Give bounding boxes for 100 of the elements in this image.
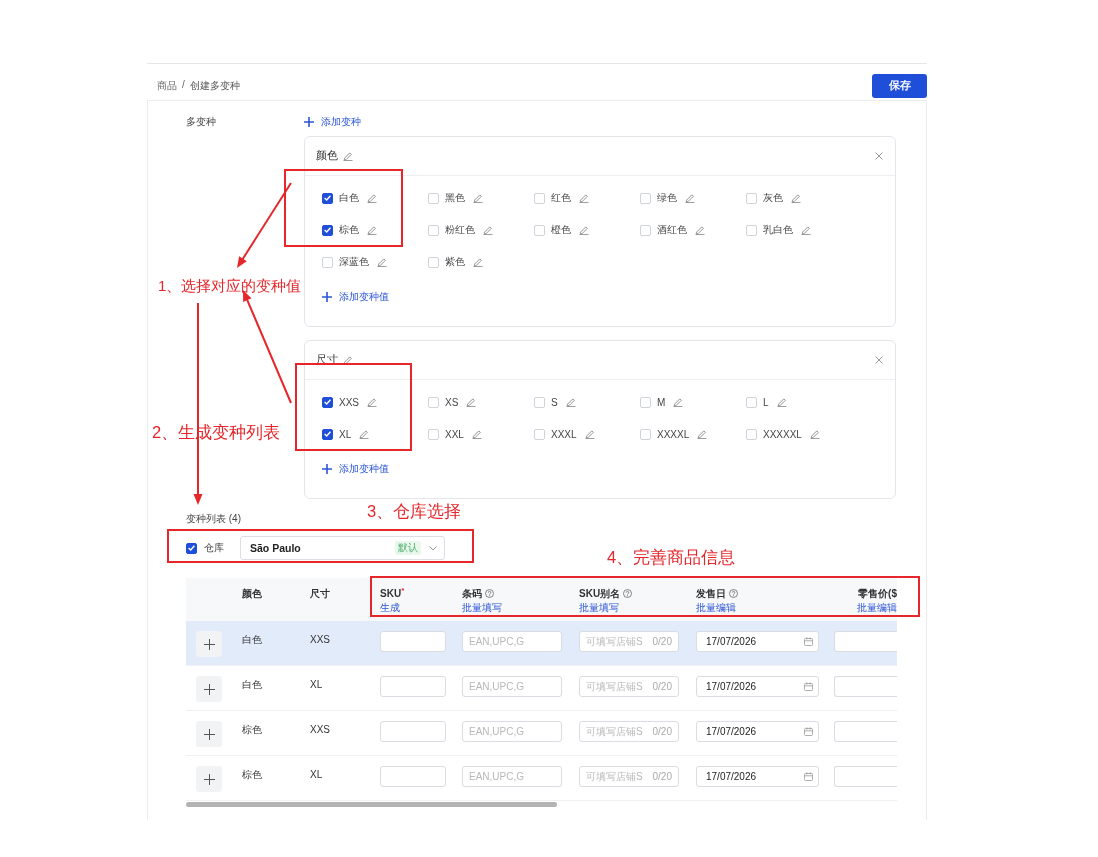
- add-variant-link[interactable]: 添加变种: [304, 115, 361, 129]
- scrollbar-thumb[interactable]: [186, 802, 557, 807]
- column-action-link[interactable]: 批量填写: [462, 602, 502, 614]
- pencil-icon[interactable]: [673, 397, 684, 407]
- sku-field[interactable]: [380, 676, 446, 697]
- price-field[interactable]: [834, 631, 897, 652]
- option-label[interactable]: 红色: [551, 191, 571, 205]
- pencil-icon[interactable]: [685, 193, 695, 203]
- pencil-icon[interactable]: [359, 429, 370, 439]
- chevron-down-icon: [429, 545, 437, 551]
- pencil-icon[interactable]: [473, 257, 483, 267]
- column-action-link[interactable]: 批量编辑: [857, 602, 897, 614]
- pencil-icon[interactable]: [343, 151, 353, 161]
- checkbox[interactable]: [322, 428, 333, 440]
- barcode-field[interactable]: EAN,UPC,G: [462, 721, 562, 742]
- pencil-icon[interactable]: [367, 397, 377, 407]
- save-button[interactable]: 保存: [872, 73, 927, 98]
- pencil-icon[interactable]: [367, 193, 377, 203]
- pencil-icon[interactable]: [565, 397, 576, 407]
- option-label[interactable]: 酒红色: [657, 223, 687, 237]
- pencil-icon[interactable]: [343, 355, 353, 365]
- pencil-icon[interactable]: [466, 397, 477, 407]
- pencil-icon[interactable]: [695, 225, 705, 235]
- add-button[interactable]: [196, 676, 222, 702]
- price-field[interactable]: [834, 766, 897, 787]
- help-icon[interactable]: [485, 589, 494, 598]
- checkbox-label[interactable]: 仓库: [204, 541, 240, 555]
- option-label[interactable]: L: [763, 396, 769, 408]
- pencil-icon[interactable]: [483, 225, 493, 235]
- date-field[interactable]: 17/07/2026: [696, 766, 819, 787]
- barcode-field[interactable]: EAN,UPC,G: [462, 631, 562, 652]
- pencil-icon[interactable]: [473, 193, 483, 203]
- pencil-icon[interactable]: [367, 225, 377, 235]
- barcode-field[interactable]: EAN,UPC,G: [462, 766, 562, 787]
- pencil-icon[interactable]: [809, 429, 820, 439]
- default-tag: 默认: [395, 541, 421, 555]
- add-value-link[interactable]: 添加变种值: [322, 290, 389, 304]
- add-button[interactable]: [196, 631, 222, 657]
- warehouse-select[interactable]: São Paulo 默认: [240, 536, 445, 560]
- calendar-icon[interactable]: [804, 727, 813, 736]
- barcode-field[interactable]: EAN,UPC,G: [462, 676, 562, 697]
- sku-field[interactable]: [380, 766, 446, 787]
- calendar-icon[interactable]: [804, 682, 813, 691]
- option-label[interactable]: 绿色: [657, 191, 677, 205]
- date-field[interactable]: 17/07/2026: [696, 721, 819, 742]
- breadcrumb-current: 创建多变种: [189, 78, 240, 93]
- character-counter: 0/20: [652, 770, 672, 783]
- date-field[interactable]: 17/07/2026: [696, 676, 819, 697]
- column-action-link[interactable]: 批量编辑: [696, 602, 736, 614]
- option-label[interactable]: XXL: [445, 428, 464, 440]
- option-label[interactable]: 黑色: [445, 191, 465, 205]
- checkbox[interactable]: [322, 224, 333, 236]
- option-label[interactable]: 粉红色: [445, 223, 475, 237]
- option-label[interactable]: 橙色: [551, 223, 571, 237]
- option-label[interactable]: 深蓝色: [339, 255, 369, 269]
- price-field[interactable]: [834, 676, 897, 697]
- option-label[interactable]: 棕色: [339, 223, 359, 237]
- pencil-icon[interactable]: [579, 225, 589, 235]
- sku-field[interactable]: [380, 721, 446, 742]
- table-cell-text: XXS: [310, 723, 331, 736]
- option-label[interactable]: XXXXL: [657, 428, 690, 440]
- pencil-icon[interactable]: [791, 193, 801, 203]
- option-label[interactable]: 乳白色: [763, 223, 793, 237]
- add-button[interactable]: [196, 721, 222, 747]
- option-label[interactable]: 灰色: [763, 191, 783, 205]
- option-label[interactable]: XXXL: [551, 428, 577, 440]
- help-icon[interactable]: [623, 589, 633, 598]
- pencil-icon[interactable]: [377, 257, 387, 267]
- calendar-icon[interactable]: [804, 637, 813, 646]
- help-icon[interactable]: [729, 589, 738, 598]
- pencil-icon[interactable]: [471, 429, 482, 439]
- option-label[interactable]: 白色: [339, 191, 359, 205]
- close-icon[interactable]: [875, 152, 883, 160]
- checkbox[interactable]: [322, 192, 333, 204]
- option-label[interactable]: M: [657, 396, 666, 408]
- calendar-icon[interactable]: [804, 772, 813, 781]
- column-action-link[interactable]: 批量填写: [579, 602, 619, 614]
- checkbox[interactable]: [186, 542, 197, 554]
- breadcrumb-link[interactable]: 商品: [157, 78, 177, 93]
- pencil-icon[interactable]: [697, 429, 708, 439]
- option-label[interactable]: XL: [339, 428, 352, 440]
- checkbox[interactable]: [322, 396, 333, 408]
- option-label[interactable]: XS: [445, 396, 459, 408]
- date-field[interactable]: 17/07/2026: [696, 631, 819, 652]
- sku-field[interactable]: [380, 631, 446, 652]
- add-value-link[interactable]: 添加变种值: [322, 462, 389, 476]
- add-button[interactable]: [196, 766, 222, 792]
- pencil-icon[interactable]: [579, 193, 589, 203]
- option-label[interactable]: S: [551, 396, 558, 408]
- variant-name: 颜色: [316, 149, 338, 163]
- close-icon[interactable]: [875, 356, 883, 364]
- price-field[interactable]: [834, 721, 897, 742]
- option-label[interactable]: XXXXXL: [763, 428, 802, 440]
- column-action-link[interactable]: 生成: [380, 602, 400, 614]
- pencil-icon[interactable]: [776, 397, 787, 407]
- option-label[interactable]: 紫色: [445, 255, 465, 269]
- table-cell-text: 棕色: [242, 768, 263, 781]
- pencil-icon[interactable]: [801, 225, 811, 235]
- option-label[interactable]: XXS: [339, 396, 359, 408]
- pencil-icon[interactable]: [584, 429, 595, 439]
